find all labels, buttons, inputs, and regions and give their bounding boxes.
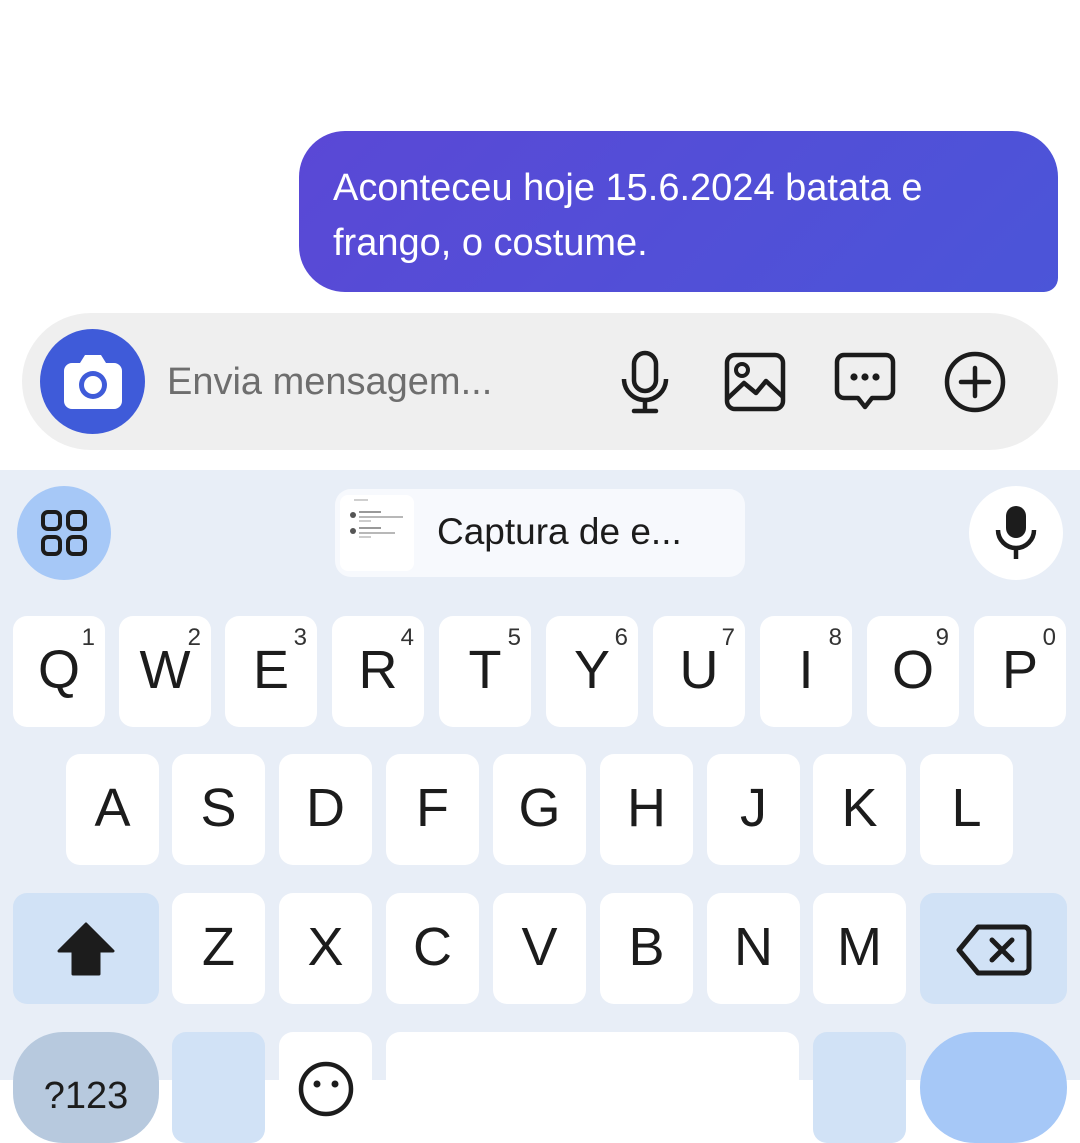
emoji-key[interactable] [279, 1032, 372, 1143]
key-v[interactable]: V [493, 893, 586, 1004]
key-n[interactable]: N [707, 893, 800, 1004]
key-hint: 1 [81, 624, 95, 651]
clipboard-label: Captura de e... [437, 511, 682, 552]
microphone-icon [995, 506, 1037, 559]
emoji-icon [298, 1061, 354, 1117]
key-g[interactable]: G [493, 754, 586, 865]
key-j[interactable]: J [707, 754, 800, 865]
message-input[interactable] [167, 356, 587, 408]
comma-key[interactable] [172, 1032, 265, 1143]
key-i[interactable]: I 8 [760, 616, 852, 727]
voice-input-button[interactable] [969, 486, 1063, 580]
key-hint: 3 [293, 624, 307, 651]
key-label: X [307, 917, 344, 977]
message-text: Aconteceu hoje 15.6.2024 batata e frango… [333, 167, 923, 264]
key-label: A [94, 778, 131, 838]
key-label: G [518, 778, 561, 838]
camera-icon [64, 355, 122, 409]
camera-button[interactable] [40, 329, 145, 434]
key-hint: 2 [187, 624, 201, 651]
message-composer [22, 313, 1058, 450]
microphone-icon[interactable] [612, 349, 678, 415]
key-u[interactable]: U 7 [653, 616, 745, 727]
key-label: V [521, 917, 558, 977]
key-b[interactable]: B [600, 893, 693, 1004]
key-h[interactable]: H [600, 754, 693, 865]
message-bubble[interactable]: Aconteceu hoje 15.6.2024 batata e frango… [299, 131, 1058, 292]
key-label: C [413, 917, 452, 977]
key-label: L [951, 778, 982, 838]
key-label: H [627, 778, 666, 838]
key-f[interactable]: F [386, 754, 479, 865]
key-hint: 9 [935, 624, 949, 651]
shift-key[interactable] [13, 893, 159, 1004]
key-hint: 8 [828, 624, 842, 651]
space-key[interactable] [386, 1032, 799, 1143]
key-m[interactable]: M [813, 893, 906, 1004]
key-label: F [416, 778, 449, 838]
grid-icon [41, 510, 87, 556]
keyboard-apps-button[interactable] [17, 486, 111, 580]
key-label: Z [202, 917, 235, 977]
shift-arrow-icon [57, 922, 115, 976]
key-label: D [306, 778, 345, 838]
key-r[interactable]: R 4 [332, 616, 424, 727]
key-hint: 5 [507, 624, 521, 651]
key-hint: 6 [614, 624, 628, 651]
keyboard: Captura de e... Q 1 W 2 E 3 R 4 T 5 Y 6 … [0, 470, 1080, 1143]
key-q[interactable]: Q 1 [13, 616, 105, 727]
symbols-key[interactable]: ?123 [13, 1032, 159, 1143]
key-label: B [628, 917, 665, 977]
key-label: M [837, 917, 882, 977]
key-x[interactable]: X [279, 893, 372, 1004]
key-d[interactable]: D [279, 754, 372, 865]
backspace-key[interactable] [920, 893, 1067, 1004]
key-c[interactable]: C [386, 893, 479, 1004]
key-label: J [740, 778, 767, 838]
backspace-icon [956, 924, 1032, 976]
key-hint: 7 [721, 624, 735, 651]
key-t[interactable]: T 5 [439, 616, 531, 727]
key-z[interactable]: Z [172, 893, 265, 1004]
key-o[interactable]: O 9 [867, 616, 959, 727]
key-k[interactable]: K [813, 754, 906, 865]
screenshot-thumbnail [340, 495, 414, 571]
key-l[interactable]: L [920, 754, 1013, 865]
key-p[interactable]: P 0 [974, 616, 1066, 727]
key-a[interactable]: A [66, 754, 159, 865]
key-label: N [734, 917, 773, 977]
key-hint: 4 [400, 624, 414, 651]
key-e[interactable]: E 3 [225, 616, 317, 727]
plus-circle-icon[interactable] [942, 349, 1008, 415]
key-s[interactable]: S [172, 754, 265, 865]
key-label: ?123 [43, 1075, 129, 1117]
message-icon[interactable] [832, 349, 898, 415]
key-label: K [841, 778, 878, 838]
clipboard-suggestion[interactable]: Captura de e... [335, 489, 745, 577]
key-y[interactable]: Y 6 [546, 616, 638, 727]
period-key[interactable] [813, 1032, 906, 1143]
image-icon[interactable] [722, 349, 788, 415]
key-w[interactable]: W 2 [119, 616, 211, 727]
key-hint: 0 [1042, 624, 1056, 651]
key-label: S [200, 778, 237, 838]
enter-key[interactable] [920, 1032, 1067, 1143]
